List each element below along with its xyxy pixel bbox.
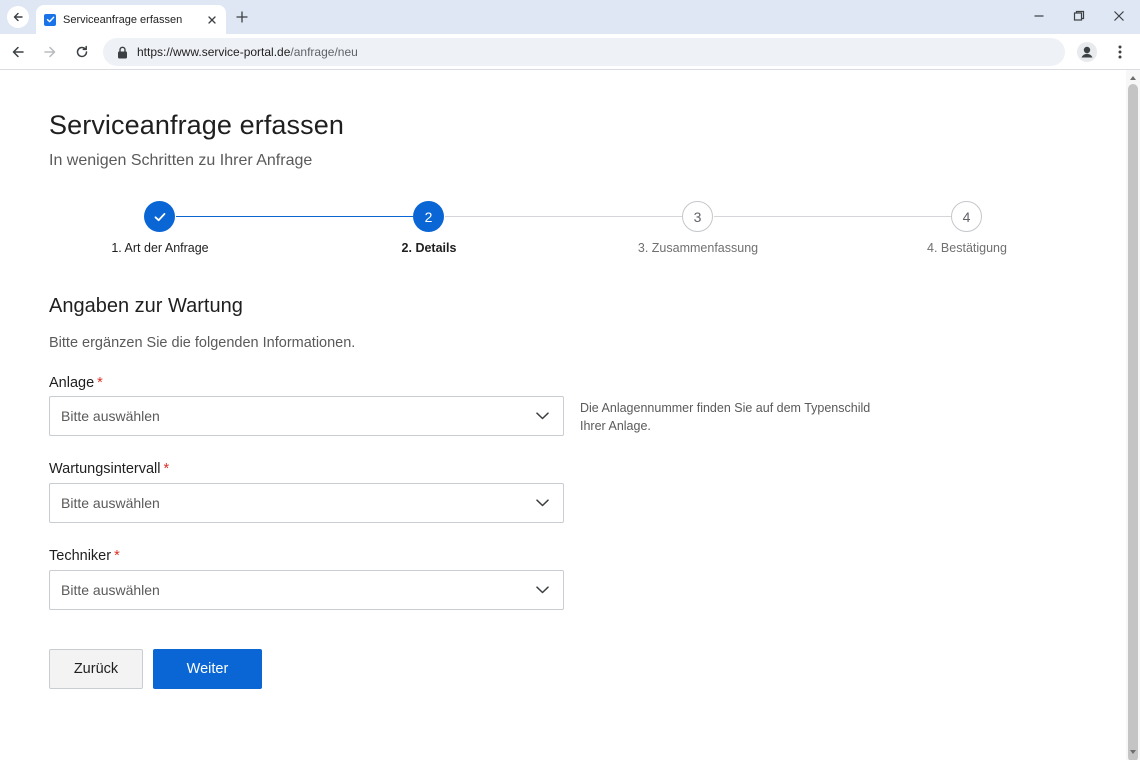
tab-search-button[interactable] [7, 6, 29, 28]
address-bar[interactable]: https://www.service-portal.de/anfrage/ne… [103, 38, 1065, 66]
back-button[interactable]: Zurück [49, 649, 143, 689]
stepper-connector [445, 216, 682, 217]
scroll-up-arrow-icon[interactable] [1129, 74, 1137, 82]
step-4-indicator: 4 [951, 201, 982, 232]
step-2-label: 2. Details [401, 241, 457, 255]
checkmark-icon [154, 212, 165, 221]
url-host: https://www.service-portal.de [137, 45, 291, 59]
anlage-select-value: Bitte auswählen [61, 408, 160, 424]
step-4-label: 4. Bestätigung [927, 241, 1007, 255]
step-3-indicator: 3 [682, 201, 713, 232]
chevron-down-icon [535, 583, 549, 597]
wartungsintervall-select-value: Bitte auswählen [61, 495, 160, 511]
tab-title: Serviceanfrage erfassen [63, 13, 183, 26]
section-title: Angaben zur Wartung [49, 295, 243, 317]
anlage-label-text: Anlage [49, 375, 95, 391]
scroll-down-arrow-icon[interactable] [1129, 748, 1137, 756]
required-asterisk: * [97, 375, 103, 391]
minimize-icon[interactable] [1028, 6, 1050, 26]
wartungsintervall-label: Wartungsintervall * [49, 461, 169, 477]
reload-icon[interactable] [71, 41, 93, 63]
profile-avatar-icon[interactable] [1076, 41, 1098, 63]
anlage-hint: Die Anlagennummer finden Sie auf dem Typ… [580, 401, 871, 433]
step-1-label: 1. Art der Anfrage [111, 241, 209, 255]
wartungsintervall-select[interactable]: Bitte auswählen [49, 483, 564, 523]
forward-arrow-icon[interactable] [39, 41, 61, 63]
tab-close-icon[interactable] [204, 12, 220, 28]
techniker-select[interactable]: Bitte auswählen [49, 570, 564, 610]
page-scrollbar[interactable] [1126, 70, 1140, 760]
chevron-down-icon [535, 409, 549, 423]
lock-icon [115, 45, 129, 59]
checkbox-favicon-icon [44, 13, 56, 26]
step-3-label: 3. Zusammenfassung [637, 241, 759, 255]
stepper-connector [714, 216, 951, 217]
arrow-left-icon [13, 12, 23, 22]
new-tab-plus-icon[interactable] [232, 7, 252, 27]
stepper-connector-completed [176, 216, 413, 217]
step-1-complete [144, 201, 175, 232]
next-button[interactable]: Weiter [153, 649, 262, 689]
scrollbar-thumb[interactable] [1128, 84, 1138, 760]
techniker-select-value: Bitte auswählen [61, 582, 160, 598]
wartungsintervall-label-text: Wartungsintervall [49, 461, 161, 477]
more-menu-icon[interactable] [1110, 41, 1130, 63]
progress-stepper: 2 3 4 1. Art der Anfrage 2. Details 3. Z… [0, 200, 1126, 260]
url-path: /anfrage/neu [290, 45, 358, 59]
browser-tab-bar: Serviceanfrage erfassen [0, 0, 1140, 34]
restore-icon[interactable] [1068, 6, 1090, 26]
page-subtitle: In wenigen Schritten zu Ihrer Anfrage [49, 152, 313, 169]
window-close-icon[interactable] [1108, 6, 1130, 26]
browser-tab[interactable]: Serviceanfrage erfassen [36, 5, 226, 34]
techniker-label: Techniker * [49, 548, 120, 564]
anlage-select[interactable]: Bitte auswählen [49, 396, 564, 436]
required-asterisk: * [114, 548, 120, 564]
page-title: Serviceanfrage erfassen [49, 110, 344, 140]
techniker-label-text: Techniker [49, 548, 112, 564]
anlage-label: Anlage * [49, 375, 103, 391]
step-2-indicator: 2 [413, 201, 444, 232]
back-arrow-icon[interactable] [7, 41, 29, 63]
chevron-down-icon [535, 496, 549, 510]
section-description: Bitte ergänzen Sie die folgenden Informa… [49, 335, 356, 351]
browser-toolbar: https://www.service-portal.de/anfrage/ne… [0, 34, 1140, 70]
required-asterisk: * [163, 461, 170, 477]
